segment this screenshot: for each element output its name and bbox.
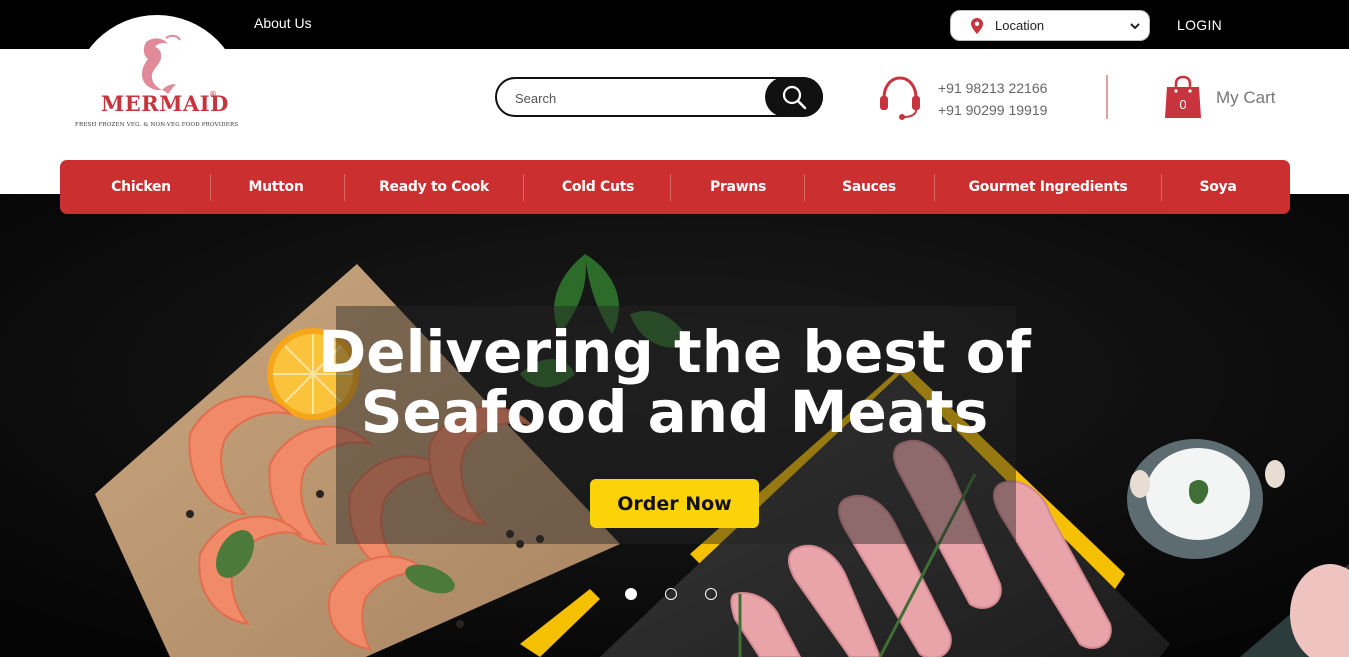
nav-divider (670, 174, 671, 201)
nav-divider (804, 174, 805, 201)
chevron-down-icon (1130, 23, 1140, 30)
order-now-button[interactable]: Order Now (590, 479, 759, 528)
nav-divider (210, 174, 211, 201)
hero-headline: Delivering the best of Seafood and Meats (0, 322, 1349, 442)
about-us-link[interactable]: About Us (254, 15, 312, 31)
logo-tagline: FRESH FROZEN VEG. & NON-VEG FOOD PROVIDE… (75, 122, 239, 128)
nav-item-chicken[interactable]: Chicken (111, 160, 171, 214)
location-value: Location (995, 18, 1045, 33)
carousel-dot-2[interactable] (665, 588, 677, 600)
category-nav: Chicken Mutton Ready to Cook Cold Cuts P… (60, 160, 1290, 214)
nav-item-prawns[interactable]: Prawns (710, 160, 766, 214)
registered-mark: ® (209, 90, 217, 99)
login-link[interactable]: LOGIN (1177, 17, 1222, 33)
nav-item-mutton[interactable]: Mutton (248, 160, 303, 214)
nav-divider (344, 174, 345, 201)
search-box (495, 77, 823, 117)
location-select[interactable]: Location (950, 10, 1150, 41)
phone-number-1[interactable]: +91 98213 22166 (938, 80, 1047, 96)
nav-item-soya[interactable]: Soya (1199, 160, 1236, 214)
carousel-dot-3[interactable] (705, 588, 717, 600)
nav-divider (523, 174, 524, 201)
mermaid-logo-icon (141, 34, 181, 94)
cart-count-badge: 0 (1179, 97, 1187, 112)
carousel-dot-1[interactable] (625, 588, 637, 600)
search-button[interactable] (765, 77, 823, 117)
hero-banner: Delivering the best of Seafood and Meats… (0, 194, 1349, 657)
search-input[interactable] (515, 88, 755, 108)
hero-headline-line-2: Seafood and Meats (360, 378, 989, 446)
header-divider (1106, 75, 1108, 119)
nav-item-sauces[interactable]: Sauces (842, 160, 896, 214)
nav-item-ready-to-cook[interactable]: Ready to Cook (379, 160, 489, 214)
nav-item-gourmet-ingredients[interactable]: Gourmet Ingredients (969, 160, 1128, 214)
headset-icon (880, 76, 920, 120)
my-cart-link[interactable]: My Cart (1216, 88, 1276, 108)
map-pin-icon (971, 17, 983, 34)
hero-headline-line-1: Delivering the best of (318, 318, 1031, 386)
search-icon (782, 85, 807, 110)
nav-divider (934, 174, 935, 201)
phone-number-2[interactable]: +91 90299 19919 (938, 102, 1047, 118)
nav-item-cold-cuts[interactable]: Cold Cuts (562, 160, 634, 214)
nav-divider (1161, 174, 1162, 201)
